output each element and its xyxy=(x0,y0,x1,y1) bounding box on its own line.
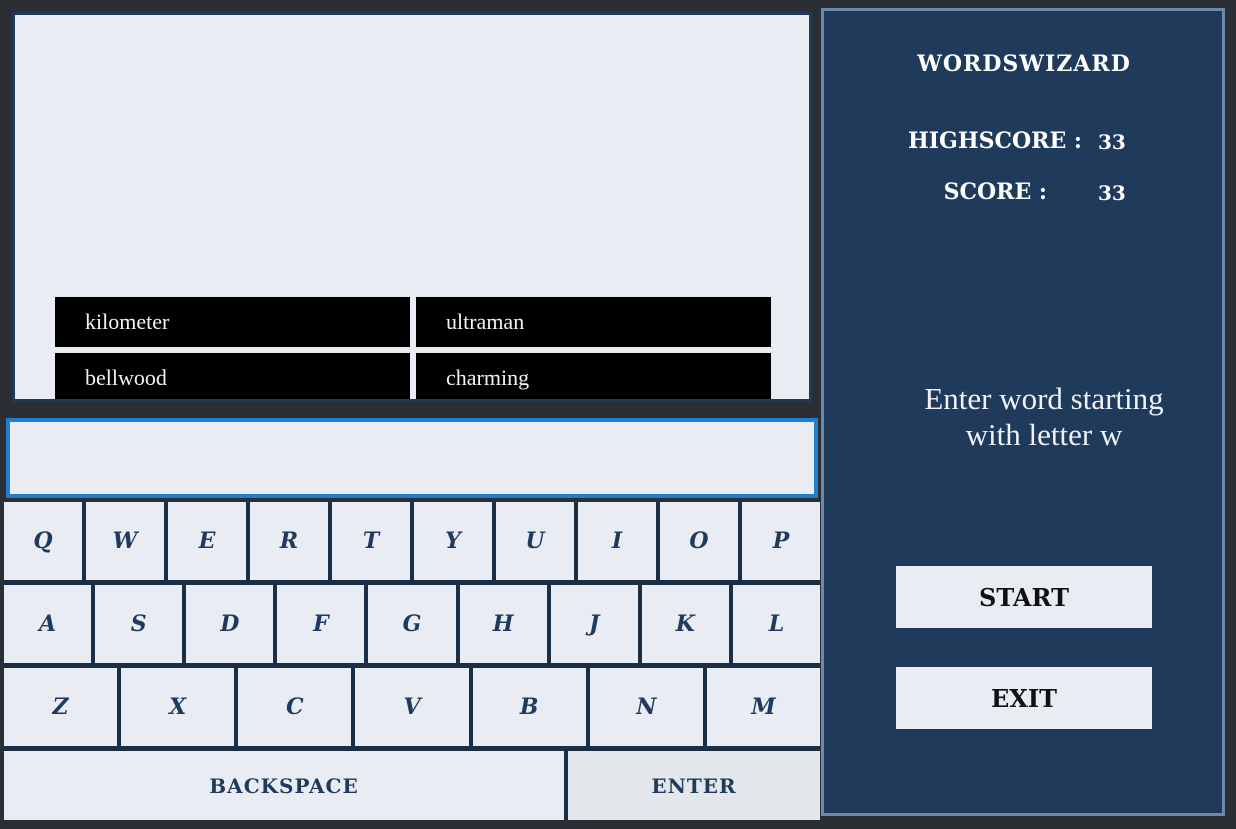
on-screen-keyboard: Q W E R T Y U I O P A S D F G H J K L Z … xyxy=(4,502,820,820)
word-input[interactable] xyxy=(6,418,818,498)
key-e[interactable]: E xyxy=(168,502,246,580)
game-window: kilometer ultraman bellwood charming Q W… xyxy=(0,0,1236,829)
backspace-key[interactable]: BACKSPACE xyxy=(4,751,564,820)
key-q[interactable]: Q xyxy=(4,502,82,580)
key-i[interactable]: I xyxy=(578,502,656,580)
key-m[interactable]: M xyxy=(706,668,820,746)
game-title: WORDSWIZARD xyxy=(917,51,1131,77)
enter-key[interactable]: ENTER xyxy=(568,751,820,820)
key-u[interactable]: U xyxy=(496,502,574,580)
used-word: ultraman xyxy=(416,297,771,347)
key-f[interactable]: F xyxy=(277,585,365,663)
key-v[interactable]: V xyxy=(355,668,469,746)
key-h[interactable]: H xyxy=(459,585,547,663)
keyboard-row-3: Z X C V B N M xyxy=(4,668,820,746)
key-g[interactable]: G xyxy=(368,585,456,663)
used-word: charming xyxy=(416,353,771,399)
key-y[interactable]: Y xyxy=(414,502,492,580)
key-j[interactable]: J xyxy=(550,585,638,663)
key-z[interactable]: Z xyxy=(4,668,118,746)
keyboard-row-1: Q W E R T Y U I O P xyxy=(4,502,820,580)
score-label: SCORE : xyxy=(943,179,1047,205)
used-word: bellwood xyxy=(55,353,410,399)
key-l[interactable]: L xyxy=(732,585,820,663)
start-button[interactable]: START xyxy=(896,566,1152,628)
prompt-text: Enter word starting with letter w xyxy=(854,381,1234,453)
keyboard-row-4: BACKSPACE ENTER xyxy=(4,751,820,820)
side-panel: WORDSWIZARD HIGHSCORE : 33 SCORE : 33 En… xyxy=(821,8,1225,816)
highscore-label: HIGHSCORE : xyxy=(907,128,1082,154)
highscore-value: 33 xyxy=(1098,130,1126,154)
key-o[interactable]: O xyxy=(660,502,738,580)
key-d[interactable]: D xyxy=(186,585,274,663)
key-s[interactable]: S xyxy=(95,585,183,663)
used-words-grid: kilometer ultraman bellwood charming xyxy=(55,297,775,399)
keyboard-row-2: A S D F G H J K L xyxy=(4,585,820,663)
prompt-line-1: Enter word starting xyxy=(924,381,1164,416)
key-p[interactable]: P xyxy=(742,502,820,580)
exit-button[interactable]: EXIT xyxy=(896,667,1152,729)
score-value: 33 xyxy=(1098,181,1126,205)
key-b[interactable]: B xyxy=(472,668,586,746)
key-a[interactable]: A xyxy=(4,585,92,663)
used-word: kilometer xyxy=(55,297,410,347)
key-w[interactable]: W xyxy=(86,502,164,580)
prompt-line-2: with letter w xyxy=(965,417,1123,452)
used-words-area: kilometer ultraman bellwood charming xyxy=(12,12,812,402)
key-n[interactable]: N xyxy=(589,668,703,746)
key-x[interactable]: X xyxy=(121,668,235,746)
key-t[interactable]: T xyxy=(332,502,410,580)
key-k[interactable]: K xyxy=(641,585,729,663)
key-c[interactable]: C xyxy=(238,668,352,746)
key-r[interactable]: R xyxy=(250,502,328,580)
